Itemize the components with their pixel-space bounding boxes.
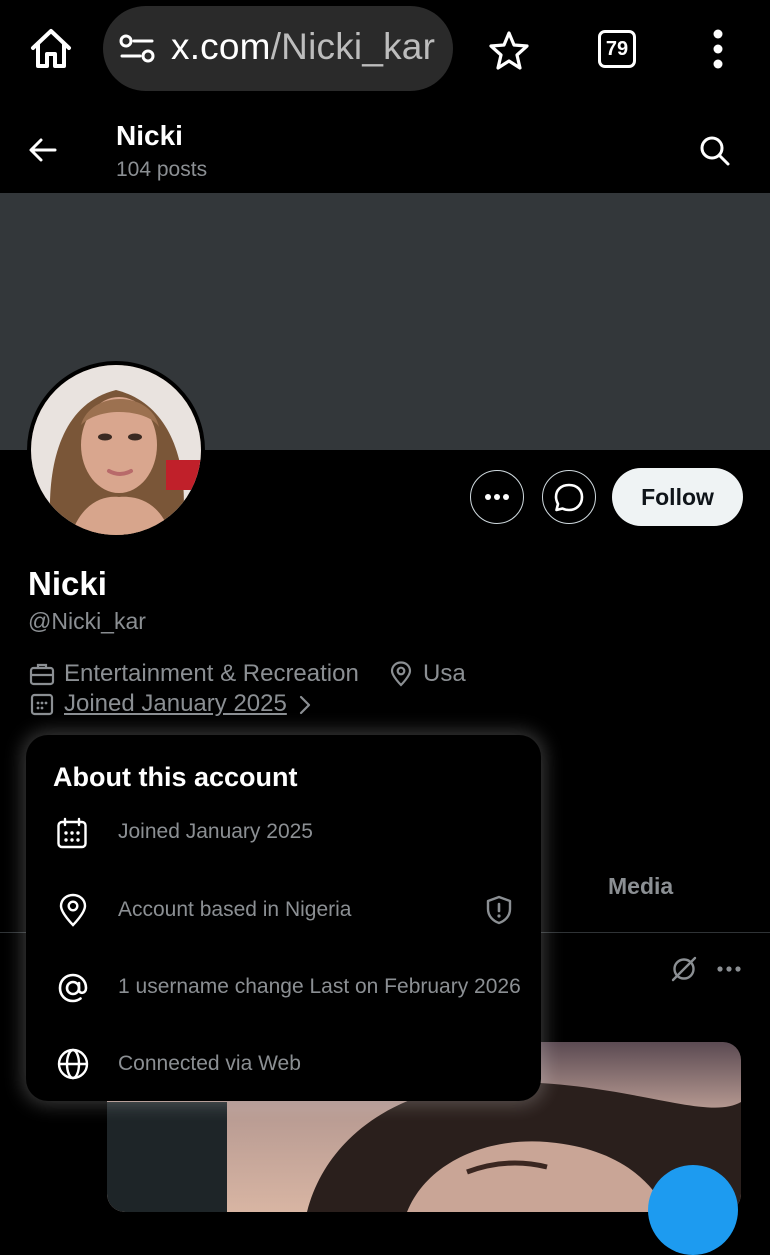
calendar-icon — [30, 692, 54, 716]
avatar[interactable] — [27, 361, 205, 539]
header-post-count: 104 posts — [116, 158, 208, 181]
about-account-popup: About this account Joined January 2025 A… — [26, 735, 541, 1101]
chat-bubble-icon — [554, 483, 583, 511]
more-options-button[interactable] — [470, 470, 524, 524]
search-icon[interactable] — [699, 135, 731, 167]
back-arrow-icon[interactable] — [28, 136, 58, 164]
post-more-icon[interactable] — [716, 962, 742, 976]
profile-display-name: Nicki — [28, 565, 107, 602]
calendar-icon — [56, 817, 88, 849]
url-path: /Nicki_kar — [270, 26, 436, 67]
home-icon[interactable] — [28, 25, 74, 71]
star-icon[interactable] — [489, 30, 529, 70]
briefcase-icon — [29, 662, 55, 686]
at-sign-icon — [56, 971, 90, 1005]
profile-joined-link[interactable]: Joined January 2025 — [64, 690, 287, 718]
avatar-image — [31, 365, 201, 535]
profile-location: Usa — [423, 660, 466, 687]
compose-fab-button[interactable] — [648, 1165, 738, 1255]
tab-media[interactable]: Media — [608, 873, 673, 900]
url-text[interactable]: x.com/Nicki_kar — [171, 26, 435, 68]
more-vert-icon[interactable] — [710, 29, 726, 69]
location-pin-icon — [390, 661, 412, 687]
header-name: Nicki — [116, 120, 183, 151]
profile-handle: @Nicki_kar — [28, 608, 146, 634]
profile-category: Entertainment & Recreation — [64, 660, 359, 687]
popup-joined: Joined January 2025 — [118, 820, 313, 843]
globe-icon — [56, 1047, 90, 1081]
grok-icon[interactable] — [670, 955, 698, 983]
popup-based-in: Account based in Nigeria — [118, 898, 352, 921]
site-settings-icon[interactable] — [119, 34, 155, 64]
popup-title: About this account — [53, 762, 298, 792]
chevron-right-icon[interactable] — [298, 694, 312, 716]
shield-icon[interactable] — [485, 895, 513, 925]
message-button[interactable] — [542, 470, 596, 524]
follow-button[interactable]: Follow — [612, 468, 743, 526]
url-host: x.com — [171, 26, 271, 67]
location-pin-icon — [58, 893, 88, 927]
tabs-icon[interactable]: 79 — [598, 30, 636, 68]
popup-connected-via: Connected via Web — [118, 1052, 301, 1075]
popup-username-changes: 1 username change Last on February 2026 — [118, 975, 521, 998]
address-bar[interactable]: x.com/Nicki_kar — [103, 6, 453, 91]
